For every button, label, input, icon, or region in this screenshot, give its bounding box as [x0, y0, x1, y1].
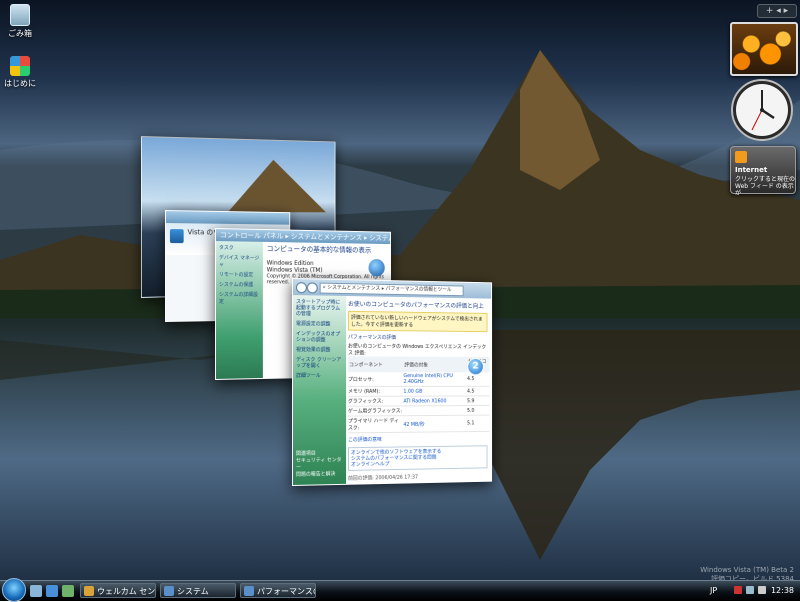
- component-cell: ゲーム用グラフィックス:: [348, 405, 404, 417]
- feed-headlines-gadget[interactable]: Internet クリックすると現在の Web フィード の表示が: [730, 146, 796, 197]
- back-icon[interactable]: [295, 282, 307, 294]
- detail-cell: 42 MB/秒: [403, 415, 468, 433]
- mountain-thumbnail: [227, 158, 327, 213]
- component-cell: グラフィックス:: [348, 396, 404, 407]
- task-link[interactable]: ディスク クリーンアップを開く: [296, 357, 343, 369]
- task-link[interactable]: 詳細ツール: [296, 373, 343, 379]
- task-link[interactable]: インデックスのオプションの調整: [296, 331, 343, 343]
- detail-cell: [403, 405, 468, 416]
- subscore-cell: 5.9: [467, 395, 490, 406]
- start-button[interactable]: [2, 578, 26, 602]
- table-header: 評価の対象: [403, 356, 468, 373]
- volume-icon[interactable]: [758, 586, 766, 594]
- clock-gadget[interactable]: [730, 78, 794, 142]
- performance-heading: お使いのコンピュータのパフォーマンスの評価と向上: [348, 300, 484, 311]
- system-heading: コンピュータの基本的な情報の表示: [266, 244, 372, 255]
- show-desktop-icon[interactable]: [30, 585, 42, 597]
- feed-title: Internet: [735, 166, 768, 174]
- task-link[interactable]: システムの保護: [219, 281, 260, 288]
- see-also: 関連項目 セキュリティ センター 問題の報告と解決: [296, 450, 346, 479]
- language-indicator[interactable]: JP: [710, 586, 717, 595]
- sidebar-controls[interactable]: + ◂ ▸: [757, 4, 797, 18]
- task-link[interactable]: システムの詳細設定: [219, 291, 260, 305]
- detail-cell: Genuine Intel(R) CPU 2.40GHz: [403, 372, 468, 387]
- related-links-box: オンラインで他のソフトウェアを表示する システムのパフォーマンスに関する問題 オ…: [348, 445, 488, 471]
- clock-face-icon: [731, 79, 793, 141]
- watermark-line: Windows Vista (TM) Beta 2: [700, 566, 794, 574]
- section-heading: パフォーマンスの評価: [348, 334, 396, 341]
- score-intro: お使いのコンピュータの Windows エクスペリエンス インデックス 評価:: [348, 343, 487, 357]
- task-link[interactable]: 視覚効果の調整: [296, 347, 343, 353]
- task-link[interactable]: デバイス マネージャ: [219, 254, 260, 268]
- task-heading: タスク: [218, 245, 234, 252]
- detail-cell: ATI Radeon X1600: [403, 395, 468, 406]
- switch-windows-icon[interactable]: [62, 585, 74, 597]
- system-icon: [164, 586, 174, 596]
- related-link[interactable]: オンラインヘルプ: [351, 460, 485, 468]
- windows-logo-icon: [10, 56, 30, 76]
- system-task-pane: タスク デバイス マネージャ リモートの設定 システムの保護 システムの詳細設定: [215, 241, 263, 379]
- update-notice[interactable]: 評価されていない新しいハードウェアがシステムで検出されました。今すぐ評価を更新す…: [348, 310, 488, 333]
- subscore-cell: 5.1: [467, 415, 490, 432]
- taskbar-button-label: ウェルカム センター: [97, 587, 156, 596]
- rss-icon: [735, 151, 747, 163]
- score-meaning-link[interactable]: この評価の意味: [348, 435, 489, 443]
- welcome-center-icon: [84, 586, 94, 596]
- table-row: メモリ (RAM): 1.00 GB 4.5: [348, 386, 490, 397]
- taskbar-button-label: システム: [177, 587, 209, 596]
- component-cell: プライマリ ハード ディスク:: [348, 415, 404, 433]
- taskbar-button-performance[interactable]: パフォーマンスの...: [240, 583, 316, 598]
- taskbar: ウェルカム センター システム パフォーマンスの... JP 12:38: [0, 578, 800, 602]
- performance-main: お使いのコンピュータのパフォーマンスの評価と向上 評価されていない新しいハードウ…: [348, 297, 490, 484]
- base-score-badge: 2: [467, 357, 484, 376]
- system-tray: JP 12:38: [710, 581, 800, 601]
- table-header: コンポーネント: [348, 356, 404, 373]
- network-icon[interactable]: [746, 586, 754, 594]
- component-cell: メモリ (RAM):: [348, 386, 404, 397]
- address-bar[interactable]: « システムとメンテナンス ▸ パフォーマンスの情報とツール: [319, 282, 464, 297]
- recycle-bin-icon[interactable]: ごみ箱: [2, 4, 38, 39]
- forward-icon[interactable]: [306, 282, 318, 294]
- trash-icon: [10, 4, 30, 26]
- security-alert-icon[interactable]: [734, 586, 742, 594]
- subscore-cell: 4.5: [467, 386, 490, 396]
- see-also-link[interactable]: セキュリティ センター: [296, 457, 346, 472]
- last-rated-date: 前回の評価: 2006/04/26 17:37: [348, 474, 418, 482]
- recycle-bin-label: ごみ箱: [8, 29, 32, 38]
- computer-icon: [169, 229, 184, 244]
- taskbar-button-welcome[interactable]: ウェルカム センター: [80, 583, 156, 598]
- feed-body: クリックすると現在の Web フィード の表示が: [735, 176, 796, 197]
- performance-window[interactable]: « システムとメンテナンス ▸ パフォーマンスの情報とツール スタートアップ時に…: [292, 278, 493, 486]
- getting-started-label: はじめに: [4, 79, 36, 88]
- performance-task-pane: スタートアップ時に起動するプログラムの管理 電源設定の調整 インデックスのオプシ…: [292, 295, 347, 485]
- component-cell: プロセッサ:: [348, 372, 404, 387]
- task-link[interactable]: 電源設定の調整: [296, 321, 343, 328]
- detail-cell: 1.00 GB: [403, 386, 468, 397]
- subscore-cell: 5.0: [467, 405, 490, 416]
- slideshow-gadget[interactable]: [730, 22, 798, 76]
- task-link[interactable]: リモートの設定: [219, 271, 260, 278]
- table-row: プロセッサ: Genuine Intel(R) CPU 2.40GHz 4.5: [348, 372, 490, 387]
- windows-orb-icon: [368, 259, 385, 277]
- tray-clock[interactable]: 12:38: [771, 586, 794, 595]
- taskbar-button-system[interactable]: システム: [160, 583, 236, 598]
- taskbar-button-label: パフォーマンスの...: [257, 587, 315, 596]
- performance-icon: [244, 586, 254, 596]
- task-link[interactable]: スタートアップ時に起動するプログラムの管理: [296, 299, 343, 318]
- table-row: プライマリ ハード ディスク: 42 MB/秒 5.1: [348, 415, 490, 433]
- see-also-link[interactable]: 問題の報告と解決: [296, 471, 346, 479]
- getting-started-icon[interactable]: はじめに: [2, 56, 38, 89]
- internet-explorer-icon[interactable]: [46, 585, 58, 597]
